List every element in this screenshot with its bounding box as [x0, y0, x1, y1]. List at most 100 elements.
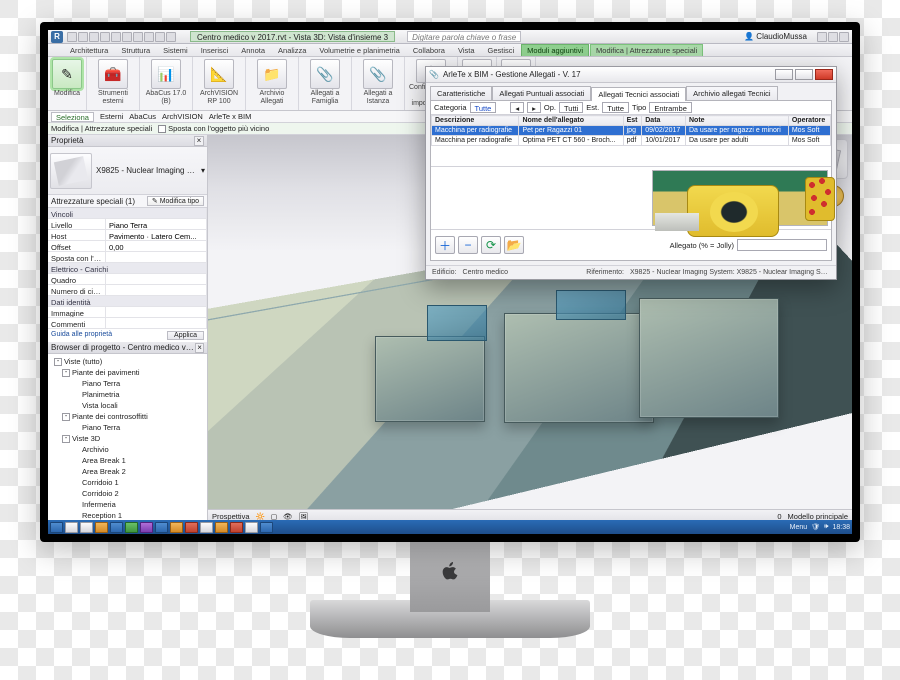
taskbar-item[interactable] — [215, 522, 228, 533]
dialog-tabs[interactable]: Caratteristiche Allegati Puntuali associ… — [426, 83, 836, 100]
help-search-input[interactable]: Digitare parola chiave o frase — [407, 31, 521, 42]
taskbar-item[interactable] — [110, 522, 123, 533]
maximize-icon[interactable] — [795, 69, 813, 80]
taskbar-item[interactable] — [80, 522, 93, 533]
apply-button[interactable]: Applica — [167, 331, 204, 340]
seleziona-dropdown[interactable]: Seleziona — [51, 112, 94, 122]
tab-collabora[interactable]: Collabora — [407, 44, 451, 56]
taskbar-item[interactable] — [245, 522, 258, 533]
tree-node[interactable]: Corridoio 1 — [50, 477, 205, 488]
tree-node[interactable]: Piano Terra — [50, 422, 205, 433]
op-select[interactable]: Tutti — [559, 102, 583, 113]
tree-node[interactable]: Vista locali — [50, 400, 205, 411]
start-button[interactable] — [50, 522, 63, 533]
taskbar-item[interactable] — [185, 522, 198, 533]
prop-value-input[interactable] — [109, 309, 203, 319]
tree-node[interactable]: Infermeria — [50, 499, 205, 510]
tab-modifica-context[interactable]: Modifica | Attrezzature speciali — [590, 44, 703, 56]
taskbar-item[interactable] — [65, 522, 78, 533]
tree-node[interactable]: -Piante dei pavimenti — [50, 367, 205, 378]
family-thumbnail — [50, 153, 92, 189]
tab-vista[interactable]: Vista — [452, 44, 481, 56]
tree-node[interactable]: -Viste 3D — [50, 433, 205, 444]
taskbar-item[interactable] — [260, 522, 273, 533]
quick-access-toolbar[interactable] — [67, 32, 176, 42]
prop-value-input[interactable] — [109, 232, 203, 242]
tree-node[interactable]: Planimetria — [50, 389, 205, 400]
refresh-button[interactable]: ⟳ — [481, 236, 501, 254]
dialog-window-buttons[interactable] — [775, 69, 833, 80]
tab-struttura[interactable]: Struttura — [115, 44, 156, 56]
tab-moduli[interactable]: Moduli aggiuntivi — [521, 44, 589, 56]
tab-sistemi[interactable]: Sistemi — [157, 44, 194, 56]
project-browser-header[interactable]: Browser di progetto - Centro medico v 20… — [48, 342, 207, 354]
ribbon-panel-archivio[interactable]: 📁Archivio Allegati — [246, 57, 299, 110]
taskbar-item[interactable] — [200, 522, 213, 533]
edit-type-button[interactable]: ✎ Modifica tipo — [147, 196, 204, 206]
tab-annota[interactable]: Annota — [235, 44, 271, 56]
tab-gestisci[interactable]: Gestisci — [482, 44, 521, 56]
est-select[interactable]: Tutte — [602, 102, 629, 113]
tipo-select[interactable]: Entrambe — [649, 102, 692, 113]
tab-allegati-puntuali[interactable]: Allegati Puntuali associati — [492, 86, 591, 100]
tree-node[interactable]: Area Break 1 — [50, 455, 205, 466]
categoria-select[interactable]: Tutte — [470, 102, 497, 113]
dialog-titlebar[interactable]: 📎 ArleTe x BIM - Gestione Allegati - V. … — [426, 67, 836, 83]
taskbar-item[interactable] — [95, 522, 108, 533]
taskbar-item[interactable] — [140, 522, 153, 533]
table-row[interactable]: Macchina per radiografiePet per Ragazzi … — [432, 126, 831, 136]
properties-grid[interactable]: VincoliLivelloHostOffsetSposta con l'ogg… — [48, 208, 207, 329]
tab-allegati-tecnici[interactable]: Allegati Tecnici associati — [591, 87, 686, 101]
add-button[interactable]: ＋ — [435, 236, 455, 254]
ribbon-tabs[interactable]: Architettura Struttura Sistemi Inserisci… — [48, 44, 852, 57]
tab-architettura[interactable]: Architettura — [64, 44, 114, 56]
type-preview[interactable]: X9825 - Nuclear Imaging System ▾ — [48, 147, 207, 195]
prop-value-input[interactable] — [109, 221, 203, 231]
properties-help-link[interactable]: Guida alle proprietà — [51, 331, 112, 340]
minimize-icon[interactable] — [775, 69, 793, 80]
attached-filter-input[interactable] — [737, 239, 827, 251]
signed-in-user[interactable]: 👤 ClaudioMussa — [744, 32, 807, 41]
tree-node[interactable]: -Piante dei controsoffitti — [50, 411, 205, 422]
close-icon[interactable] — [815, 69, 833, 80]
table-row[interactable]: Macchina per radiografieOptima PET CT 56… — [432, 136, 831, 146]
ribbon-panel-abacus[interactable]: 📊AbaCus 17.0 (B) — [140, 57, 193, 110]
prop-value-input[interactable] — [109, 254, 203, 264]
attachments-table[interactable]: DescrizioneNome dell'allegatoEstDataNote… — [431, 115, 831, 167]
prop-value-input[interactable] — [109, 320, 203, 330]
taskbar-item[interactable] — [170, 522, 183, 533]
nav-prev-button[interactable]: ◂ — [510, 102, 524, 113]
close-icon[interactable]: × — [195, 343, 204, 353]
ribbon-panel-allegati-famiglia[interactable]: 📎Allegati a Famiglia — [299, 57, 352, 110]
tree-node[interactable]: Archivio — [50, 444, 205, 455]
windows-taskbar[interactable]: Menu🛡🕪18:38 — [48, 520, 852, 534]
ribbon-panel-archvision[interactable]: 📐ArchVISION RP 100 — [193, 57, 246, 110]
properties-header[interactable]: Proprietà × — [48, 135, 207, 147]
move-with-nearby-checkbox[interactable]: Sposta con l'oggetto più vicino — [158, 124, 269, 133]
tree-node[interactable]: Area Break 2 — [50, 466, 205, 477]
remove-button[interactable]: − — [458, 236, 478, 254]
ribbon-panel-strumenti[interactable]: 🧰Strumenti esterni — [87, 57, 140, 110]
open-folder-button[interactable]: 📂 — [504, 236, 524, 254]
taskbar-item[interactable] — [155, 522, 168, 533]
window-buttons[interactable] — [817, 32, 849, 42]
system-tray[interactable]: Menu🛡🕪18:38 — [790, 523, 850, 531]
taskbar-item[interactable] — [125, 522, 138, 533]
prop-value-input[interactable] — [109, 276, 203, 286]
chevron-down-icon[interactable]: ▾ — [201, 166, 205, 175]
tab-inserisci[interactable]: Inserisci — [195, 44, 235, 56]
tree-node[interactable]: Piano Terra — [50, 378, 205, 389]
prop-value-input[interactable] — [109, 287, 203, 297]
tab-caratteristiche[interactable]: Caratteristiche — [430, 86, 492, 100]
tree-node[interactable]: Corridoio 2 — [50, 488, 205, 499]
ribbon-panel-modifica[interactable]: ✎Modifica — [48, 57, 87, 110]
close-icon[interactable]: × — [194, 136, 204, 146]
tab-volumetrie[interactable]: Volumetrie e planimetria — [313, 44, 405, 56]
taskbar-item[interactable] — [230, 522, 243, 533]
project-browser[interactable]: -Viste (tutto)-Piante dei pavimentiPiano… — [48, 354, 207, 522]
nav-next-button[interactable]: ▸ — [527, 102, 541, 113]
ribbon-panel-allegati-istanza[interactable]: 📎Allegati a Istanza — [352, 57, 405, 110]
tab-analizza[interactable]: Analizza — [272, 44, 312, 56]
tab-archivio-allegati[interactable]: Archivio allegati Tecnici — [686, 86, 777, 100]
prop-value-input[interactable] — [109, 243, 203, 253]
